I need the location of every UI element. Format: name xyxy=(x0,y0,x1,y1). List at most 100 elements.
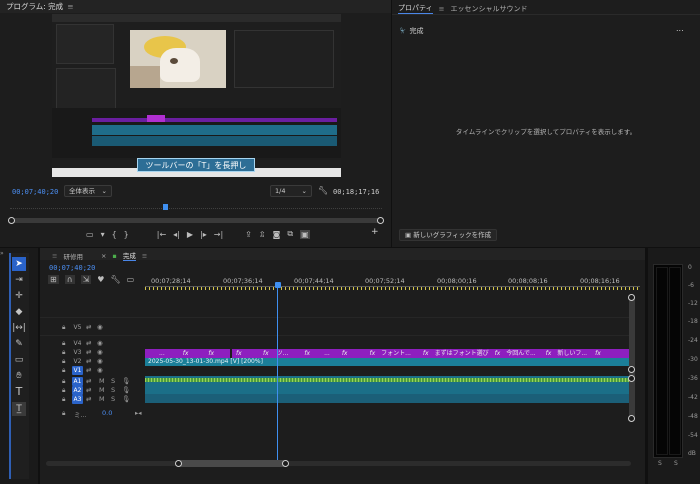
selection-tool-icon[interactable]: ➤ xyxy=(12,257,26,271)
sync-icon[interactable]: ⇄ xyxy=(86,339,91,347)
solo-icon[interactable]: S xyxy=(111,386,115,394)
rectangle-tool-icon[interactable]: ▭ xyxy=(12,353,26,367)
v2-clip[interactable]: fx ツ... fx... fx fx フォント... fx まずはフォント選び fx 今回んで.… xyxy=(249,349,630,358)
scroll-handle-top[interactable] xyxy=(628,294,635,301)
mute-icon[interactable]: M xyxy=(99,377,105,385)
track-label[interactable]: V4 xyxy=(72,339,83,348)
mark-out-icon[interactable]: } xyxy=(124,230,129,239)
lock-icon[interactable]: 🔒︎ xyxy=(62,323,65,332)
program-ruler[interactable] xyxy=(10,206,382,209)
zoom-select[interactable]: 全体表示 ⌄ xyxy=(64,185,112,197)
panel-menu-icon[interactable]: ≡ xyxy=(439,5,445,13)
a3-clip[interactable] xyxy=(145,394,630,403)
horizontal-scroll-track[interactable] xyxy=(46,461,631,466)
lock-icon[interactable]: 🔒︎ xyxy=(62,395,65,404)
playhead-handle[interactable] xyxy=(275,282,281,288)
mic-icon[interactable]: 🎙︎ xyxy=(122,395,130,403)
tab-essential-sound[interactable]: エッセンシャルサウンド xyxy=(450,4,527,14)
eye-icon[interactable]: ◉ xyxy=(97,323,103,331)
sync-icon[interactable]: ⇄ xyxy=(86,357,91,365)
track-label[interactable]: A3 xyxy=(72,395,83,404)
type-tool-icon[interactable]: T xyxy=(12,385,26,399)
new-graphic-button[interactable]: ▣︎ 新しいグラフィックを作成 xyxy=(399,229,498,241)
mic-icon[interactable]: 🎙︎ xyxy=(122,386,130,394)
eye-icon[interactable]: ◉ xyxy=(97,339,103,347)
sync-icon[interactable]: ⇄ xyxy=(86,395,91,403)
eye-icon[interactable]: ◉ xyxy=(97,348,103,356)
marker-icon[interactable]: ♥ xyxy=(97,275,104,284)
scroll-handle-left[interactable] xyxy=(8,217,15,224)
pen-tool-icon[interactable]: ✎ xyxy=(12,337,26,351)
ripple-edit-tool-icon[interactable]: ✛ xyxy=(12,289,26,303)
more-options-icon[interactable]: ... xyxy=(676,24,684,33)
sync-icon[interactable]: ⇄ xyxy=(86,366,91,374)
wrench-icon[interactable]: 🔧︎ xyxy=(318,186,328,195)
lock-icon[interactable]: 🔒︎ xyxy=(62,357,65,366)
solo-icon[interactable]: S xyxy=(111,395,115,403)
timeline-timecode[interactable]: 00;07;40;20 xyxy=(49,264,95,272)
sync-icon[interactable]: ⇄ xyxy=(86,377,91,385)
expand-icon[interactable]: » xyxy=(0,250,4,257)
track-label[interactable]: V2 xyxy=(72,357,83,366)
lock-icon[interactable]: 🔒︎ xyxy=(62,366,65,375)
step-back-icon[interactable]: ◂| xyxy=(173,230,180,239)
a1-clip[interactable] xyxy=(145,376,630,385)
horizontal-scroll-thumb[interactable] xyxy=(178,460,286,467)
program-zoom-scrollbar[interactable] xyxy=(10,218,382,223)
scroll-handle-bottom[interactable] xyxy=(628,415,635,422)
proxy-icon[interactable]: ▣ xyxy=(300,229,310,239)
solo-left-button[interactable]: S xyxy=(658,460,662,467)
lift-icon[interactable]: ⇪ xyxy=(245,230,252,239)
track-label[interactable]: V3 xyxy=(72,348,83,357)
a2-clip[interactable] xyxy=(145,385,630,394)
lock-icon[interactable]: 🔒︎ xyxy=(62,348,65,357)
caption-tool-icon[interactable]: T̲ xyxy=(12,402,26,416)
panel-menu-icon[interactable]: ≡ xyxy=(142,252,147,260)
hand-tool-icon[interactable]: ✋︎ xyxy=(12,369,26,383)
mute-icon[interactable]: M xyxy=(99,395,105,403)
marker-icon[interactable]: ▾ xyxy=(101,230,105,239)
mix-end-icon[interactable]: ▸◂ xyxy=(135,409,142,417)
snap-icon[interactable]: ∩ xyxy=(64,275,75,284)
tab-properties[interactable]: プロパティ xyxy=(398,3,433,14)
track-label[interactable]: V5 xyxy=(72,323,83,332)
v2-clip[interactable]: ... fx fx xyxy=(145,349,230,358)
tab-training[interactable]: 研修用 xyxy=(63,251,83,261)
step-forward-icon[interactable]: |▸ xyxy=(200,230,207,239)
sync-icon[interactable]: ⇄ xyxy=(86,386,91,394)
nest-icon[interactable]: ⊞ xyxy=(48,275,59,284)
time-ruler[interactable] xyxy=(145,286,640,290)
lock-icon[interactable]: 🔒︎ xyxy=(62,386,65,395)
lock-icon[interactable]: 🔒︎ xyxy=(62,409,65,418)
track-select-tool-icon[interactable]: ⇥ xyxy=(12,273,26,287)
lock-icon[interactable]: 🔒︎ xyxy=(62,339,65,348)
wrench-icon[interactable]: 🔧︎ xyxy=(110,275,120,284)
program-monitor-title[interactable]: プログラム: 完成 xyxy=(6,1,63,12)
v1-clip[interactable]: 2025-05-30_13-01-30.mp4 [V] [200%] xyxy=(145,358,630,366)
mute-icon[interactable]: M xyxy=(99,386,105,394)
mix-value[interactable]: 0.0 xyxy=(102,409,112,417)
scroll-handle-left[interactable] xyxy=(175,460,182,467)
solo-right-button[interactable]: S xyxy=(674,460,678,467)
linked-selection-icon[interactable]: ⇲ xyxy=(80,275,92,284)
tab-final[interactable]: 完成 xyxy=(122,250,136,261)
track-label[interactable]: V1 xyxy=(72,366,83,375)
comparison-icon[interactable]: ⧉ xyxy=(287,229,293,239)
track-label[interactable]: A1 xyxy=(72,377,83,386)
safe-margins-icon[interactable]: ▭ xyxy=(86,230,94,239)
scroll-handle-right[interactable] xyxy=(282,460,289,467)
camera-icon[interactable]: ◙ xyxy=(273,230,281,239)
slip-tool-icon[interactable]: |↔| xyxy=(12,321,26,335)
sync-icon[interactable]: ⇄ xyxy=(86,323,91,331)
solo-icon[interactable]: S xyxy=(111,377,115,385)
play-icon[interactable]: ▶ xyxy=(187,230,193,239)
eye-icon[interactable]: ◉ xyxy=(97,366,103,374)
scroll-handle-mid[interactable] xyxy=(628,366,635,373)
close-icon[interactable]: × xyxy=(101,252,106,260)
vertical-scrollbar[interactable] xyxy=(629,294,635,420)
add-button-icon[interactable]: + xyxy=(371,227,379,237)
program-playhead[interactable] xyxy=(163,204,168,210)
mark-in-icon[interactable]: { xyxy=(112,230,117,239)
track-label[interactable]: A2 xyxy=(72,386,83,395)
close-icon[interactable]: ≡ xyxy=(52,252,57,260)
